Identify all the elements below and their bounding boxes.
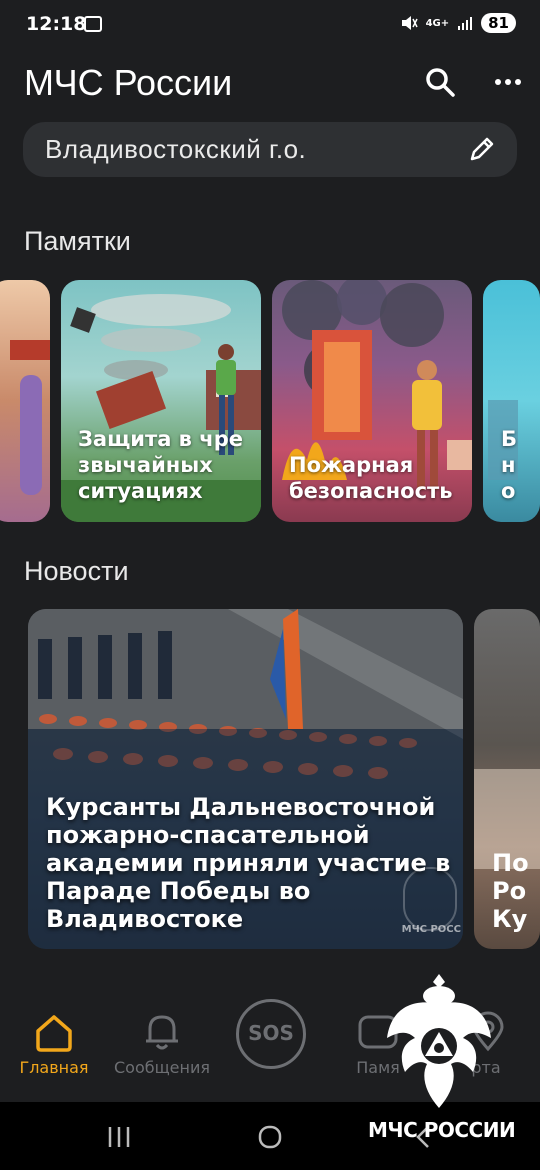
home-circle-icon[interactable] — [255, 1122, 285, 1152]
mute-icon — [401, 16, 418, 30]
memo-card-label: Б н о — [501, 427, 518, 503]
battery-indicator: 81 — [481, 13, 516, 33]
edit-pencil-icon[interactable] — [467, 134, 497, 164]
memo-card-label: Защита в чре звычайных ситуациях — [78, 427, 243, 503]
memo-card-label: Пожарная безопасность — [289, 453, 453, 503]
mchs-emblem-logo — [387, 974, 491, 1108]
region-selector[interactable]: Владивостокский г.о. — [23, 122, 517, 177]
news-section-title: Новости — [24, 556, 129, 586]
news-card-title: Курсанты Дальневосточной пожарно-спасате… — [46, 793, 451, 933]
memo-card-fire[interactable]: Пожарная безопасность — [272, 280, 472, 522]
nav-tab-home[interactable]: Главная — [0, 995, 108, 1100]
page-title: МЧС России — [24, 62, 233, 103]
nav-sos-button[interactable]: SOS — [216, 995, 324, 1100]
more-options-icon[interactable] — [492, 66, 524, 98]
home-icon — [36, 1015, 72, 1052]
memo-card-emergency[interactable]: Защита в чре звычайных ситуациях — [61, 280, 261, 522]
emblem-text: МЧС РОССИИ — [368, 1118, 516, 1142]
recents-icon[interactable] — [104, 1122, 134, 1152]
news-card-title: По Ро Ку — [492, 849, 529, 933]
screenshot-icon — [84, 16, 102, 32]
search-icon[interactable] — [424, 66, 456, 98]
memo-card-partial-left[interactable] — [0, 280, 50, 522]
network-label: 4G+ — [425, 17, 450, 29]
nav-label-home: Главная — [19, 1058, 89, 1077]
memos-section-title: Памятки — [24, 226, 131, 256]
news-card-parade[interactable]: МЧС РОСС Курсанты Дальневосточной пожарн… — [28, 609, 463, 949]
region-name: Владивостокский г.о. — [45, 134, 307, 164]
app-header: МЧС России — [24, 58, 524, 110]
status-time: 12:18 — [26, 13, 87, 35]
memo-card-partial-right[interactable]: Б н о — [483, 280, 540, 522]
bell-icon — [146, 1015, 178, 1050]
news-card-partial[interactable]: По Ро Ку — [474, 609, 540, 949]
status-bar: 12:18 4G+ 81 — [0, 0, 540, 52]
nav-tab-messages[interactable]: Сообщения — [108, 995, 216, 1100]
sos-label: SOS — [248, 1021, 294, 1045]
signal-icon — [458, 17, 473, 30]
nav-label-messages: Сообщения — [113, 1058, 210, 1077]
